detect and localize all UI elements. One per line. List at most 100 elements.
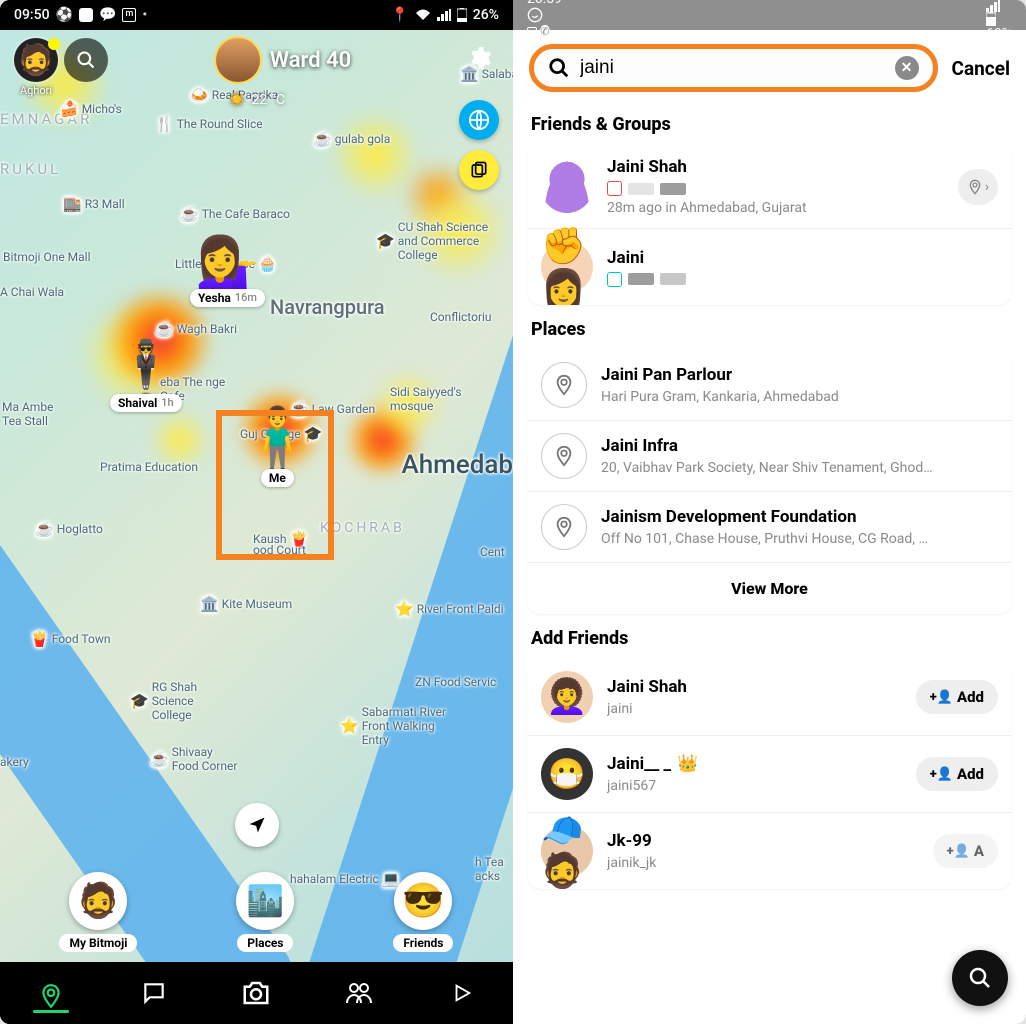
more-dot-icon: •	[142, 7, 147, 23]
poi-sidi[interactable]: Sidi Saiyyed's mosque	[390, 385, 480, 413]
my-avatar-corner[interactable]: 🧔 Aghori	[14, 38, 58, 97]
battery-icon-r	[986, 12, 1012, 26]
district-navrangpura: Navrangpura	[270, 295, 385, 319]
ward-label: Ward 40	[270, 48, 351, 73]
place-result-3[interactable]: Jainism Development FoundationOff No 101…	[527, 491, 1012, 562]
friend-result-1[interactable]: Jaini Shah 28m ago in Ahmedabad, Gujarat…	[527, 145, 1012, 228]
sun-icon: ☀️	[228, 92, 245, 108]
friend-pin-yesha[interactable]: 💁‍♀️ Yesha16m	[190, 240, 265, 307]
friends-label: Friends	[393, 934, 453, 952]
friend-1-location-button[interactable]: ›	[958, 169, 998, 205]
region-rukul: RUKUL	[0, 160, 61, 178]
battery-pct-r: 68%	[986, 26, 1012, 42]
nav-chat[interactable]	[132, 971, 176, 1015]
search-input-wrap: ✕	[529, 44, 938, 92]
nav-friends[interactable]	[337, 971, 381, 1015]
my-bitmoji-card[interactable]: 🧔 My Bitmoji	[59, 872, 137, 952]
friend-1-sub: 28m ago in Ahmedabad, Gujarat	[607, 200, 944, 216]
poi-cushah[interactable]: 🎓CU Shah Science and Commerce College	[376, 220, 496, 262]
poi-conflict[interactable]: Conflictoriu	[430, 310, 492, 324]
phone-icon: ✆	[540, 25, 549, 38]
place-result-1[interactable]: Jaini Pan ParlourHari Pura Gram, Kankari…	[527, 350, 1012, 420]
search-fab[interactable]	[952, 950, 1008, 1006]
poi-wagh[interactable]: ☕Wagh Bakri	[155, 320, 237, 338]
wifi-icon	[415, 9, 431, 21]
section-add-friends: Add Friends	[531, 628, 1008, 649]
poi-hoglatto[interactable]: ☕Hoglatto	[35, 520, 103, 538]
cards-button[interactable]	[459, 150, 499, 190]
status-bar-left: 09:50 ⚽ 💬 m • 📍 26%	[0, 0, 513, 30]
add-button-2[interactable]: +👤Add	[916, 757, 998, 791]
poi-cent[interactable]: Cent	[480, 545, 505, 559]
highlight-me-location	[216, 410, 334, 560]
nav-camera[interactable]	[234, 971, 278, 1015]
weather-display: ☀️22 °C	[228, 92, 285, 108]
add-button-3[interactable]: +👤A	[933, 834, 998, 868]
places-label: Places	[237, 934, 293, 952]
m-icon: m	[122, 8, 136, 22]
section-friends-groups: Friends & Groups	[531, 114, 1008, 135]
search-input[interactable]	[580, 57, 885, 79]
poi-znfood[interactable]: ZN Food Servic	[415, 675, 496, 689]
search-screen: 20:59 m ✆ 68% ✕ Cancel F	[513, 0, 1026, 1024]
add-button-1[interactable]: +👤Add	[916, 680, 998, 714]
poi-sabarmati[interactable]: ⭐Sabarmati River Front Walking Entry	[340, 705, 460, 747]
poi-chai[interactable]: A Chai Wala	[0, 285, 64, 299]
poi-roundslice[interactable]: 🍴The Round Slice	[155, 115, 263, 133]
my-bitmoji-label: My Bitmoji	[59, 934, 137, 952]
signal-icon-r	[986, 0, 1012, 12]
addfriend-3[interactable]: 🧢🧔 Jk-99jainik_jk +👤A	[527, 812, 1012, 889]
globe-button[interactable]	[459, 100, 499, 140]
cancel-button[interactable]: Cancel	[952, 57, 1010, 80]
addfriend-1[interactable]: 👩‍🦱 Jaini Shahjaini +👤Add	[527, 659, 1012, 735]
location-title[interactable]: Ward 40	[216, 38, 351, 82]
gps-icon: 📍	[391, 7, 408, 23]
places-card[interactable]: 🏙️ Places	[236, 872, 294, 952]
bottom-nav	[0, 962, 513, 1024]
map-search-button[interactable]	[64, 38, 108, 82]
poi-baraco[interactable]: ☕The Cafe Baraco	[180, 205, 290, 223]
poi-bitmojimall[interactable]: Bitmoji One Mall	[3, 250, 91, 264]
addfriend-2[interactable]: 😷 Jaini__ _👑jaini567 +👤Add	[527, 735, 1012, 812]
view-more-button[interactable]: View More	[527, 562, 1012, 614]
place-result-2[interactable]: Jaini Infra20, Vaibhav Park Society, Nea…	[527, 420, 1012, 491]
pin-icon	[541, 504, 587, 550]
snapmap-screen: 09:50 ⚽ 💬 m • 📍 26%	[0, 0, 513, 1024]
nav-play[interactable]	[440, 971, 484, 1015]
status-time: 09:50	[14, 7, 50, 23]
poi-kite[interactable]: 🏛️Kite Museum	[200, 595, 292, 613]
poi-micho[interactable]: 🍰Micho's	[60, 100, 122, 118]
pin-icon	[541, 433, 587, 479]
chat-bubble-icon: 💬	[99, 7, 116, 23]
search-icon	[548, 57, 570, 79]
nav-active-indicator	[33, 1010, 69, 1013]
friend-pin-shaival[interactable]: 🕴️ Shaival1h	[110, 345, 182, 412]
poi-tea[interactable]: Ma Ambe Tea Stall	[2, 400, 72, 428]
soccer-icon: ⚽	[56, 7, 73, 23]
m-icon-r: m	[527, 27, 537, 39]
clear-search-button[interactable]: ✕	[895, 56, 919, 80]
poi-akery[interactable]: akery	[0, 755, 29, 769]
section-places: Places	[531, 319, 1008, 340]
poi-riverfront[interactable]: ⭐River Front Paldi	[395, 600, 504, 618]
friends-card[interactable]: 😎 Friends	[393, 872, 453, 952]
battery-icon	[457, 8, 467, 22]
whatsapp-icon	[527, 7, 562, 23]
poi-r3[interactable]: 🏬R3 Mall	[63, 195, 125, 213]
friend-result-2[interactable]: ✊👩 Jaini	[527, 228, 1012, 305]
corner-friend-name: Aghori	[20, 84, 52, 97]
friend-yesha-name: Yesha	[198, 291, 231, 305]
status-time-r: 20:59	[527, 0, 562, 7]
poi-shivaay[interactable]: ☕Shivaay Food Corner	[150, 745, 240, 773]
poi-rgshah[interactable]: 🎓RG Shah Science College	[130, 680, 230, 722]
pin-icon	[541, 362, 587, 408]
poi-foodtown[interactable]: 🍟Food Town	[30, 630, 110, 648]
signal-icon	[437, 9, 451, 21]
settings-button[interactable]	[459, 38, 499, 78]
map-canvas[interactable]: EMNAGAR RUKUL 🍛Real Paprika 🏛️Salaba 🍴Th…	[0, 30, 513, 962]
app-icon	[79, 8, 93, 22]
battery-pct: 26%	[473, 7, 499, 23]
recenter-button[interactable]	[235, 803, 279, 847]
poi-pratima[interactable]: Pratima Education	[100, 460, 198, 474]
poi-gulab[interactable]: ☕gulab gola	[313, 130, 390, 148]
